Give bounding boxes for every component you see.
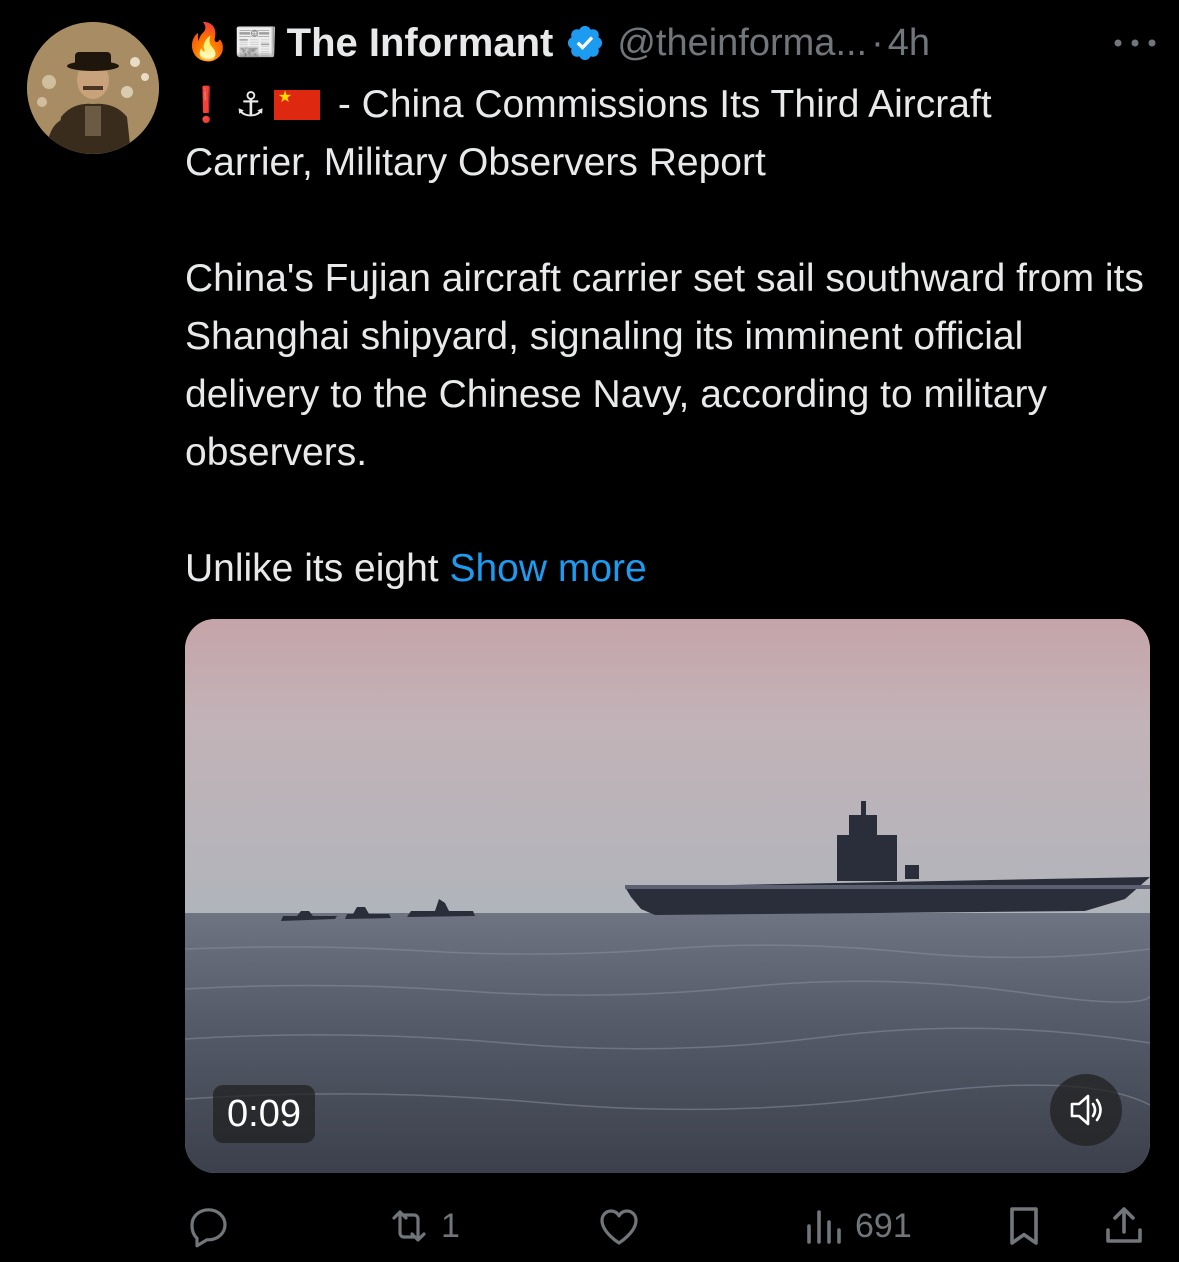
post-timestamp[interactable]: 4h xyxy=(888,22,930,65)
reply-button[interactable] xyxy=(185,1198,233,1254)
anchor-emoji: ⚓ xyxy=(235,85,266,125)
headline-text-2: Carrier, Military Observers Report xyxy=(185,141,766,184)
teaser-text: Unlike its eight xyxy=(185,547,450,590)
like-icon xyxy=(600,1209,638,1245)
show-more-link[interactable]: Show more xyxy=(449,547,646,590)
china-flag-icon xyxy=(273,88,320,120)
avatar[interactable] xyxy=(27,22,159,154)
fire-emoji: 🔥 xyxy=(185,22,230,63)
retweet-icon xyxy=(392,1210,426,1242)
retweet-button[interactable]: 1 xyxy=(385,1198,460,1254)
views-count: 691 xyxy=(855,1206,912,1245)
video-player[interactable]: 0:09 xyxy=(185,619,1150,1173)
newspaper-emoji: 📰 xyxy=(233,22,279,63)
author-display-name[interactable]: The Informant xyxy=(287,21,554,66)
like-button[interactable] xyxy=(595,1198,643,1254)
exclamation-emoji: ❗ xyxy=(185,85,228,125)
post-paragraph: China's Fujian aircraft carrier set sail… xyxy=(185,257,1144,474)
views-button[interactable]: 691 xyxy=(799,1198,912,1254)
headline-text-1: - China Commissions Its Third Aircraft xyxy=(337,83,992,126)
avatar-portrait-image xyxy=(27,22,159,154)
post-teaser: Unlike its eight Show more xyxy=(185,540,1160,598)
views-icon xyxy=(807,1210,841,1244)
share-button[interactable] xyxy=(1100,1198,1148,1254)
mute-button[interactable] xyxy=(1050,1074,1122,1146)
post-text: ❗ ⚓ - China Commissions Its Third Aircra… xyxy=(185,76,1160,598)
video-frame-aircraft-carrier xyxy=(185,619,1150,1173)
headline-line-1: ❗ ⚓ - China Commissions Its Third Aircra… xyxy=(185,76,1160,134)
share-icon xyxy=(1106,1207,1142,1243)
post-header: 🔥 📰 The Informant @theinforma... · 4h xyxy=(185,16,1160,70)
bookmark-button[interactable] xyxy=(1000,1198,1048,1254)
video-timecode: 0:09 xyxy=(213,1085,315,1143)
verified-badge-icon xyxy=(568,25,603,61)
retweet-count: 1 xyxy=(441,1206,460,1245)
volume-icon xyxy=(1070,1094,1102,1126)
reply-icon xyxy=(190,1208,227,1248)
author-handle[interactable]: @theinforma... xyxy=(617,22,867,65)
action-bar: 1 691 xyxy=(185,1198,1150,1254)
separator-dot: · xyxy=(871,21,884,64)
bookmark-icon xyxy=(1010,1207,1038,1245)
more-icon[interactable] xyxy=(1110,28,1160,58)
